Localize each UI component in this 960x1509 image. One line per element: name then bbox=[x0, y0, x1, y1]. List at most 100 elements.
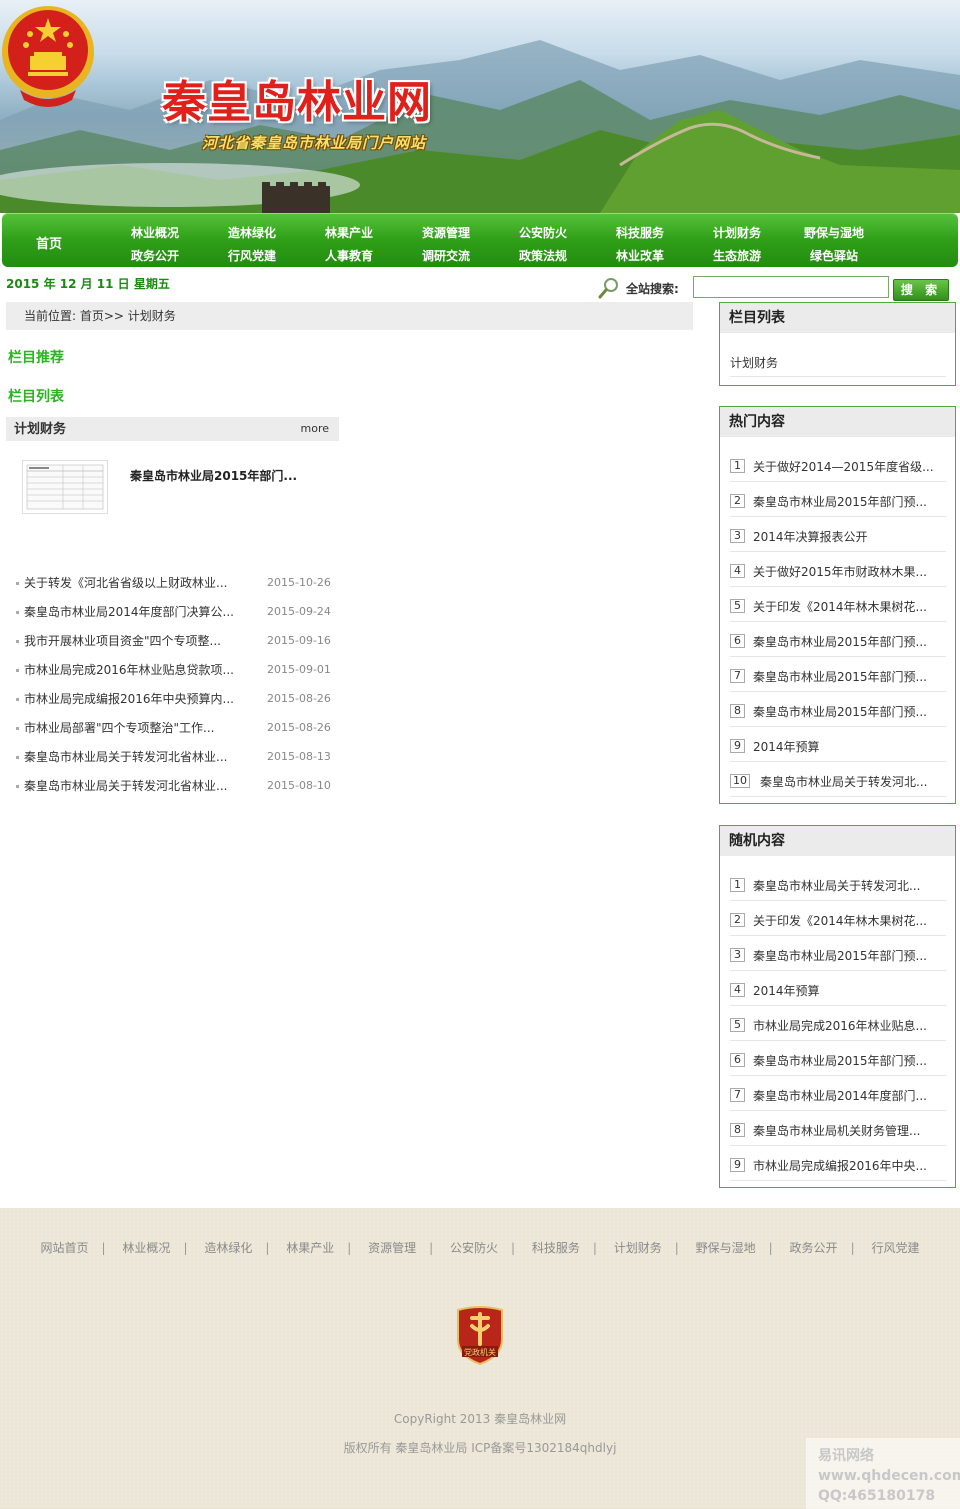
search-input[interactable] bbox=[693, 276, 889, 298]
footer-link[interactable]: 造林绿化 bbox=[204, 1241, 252, 1255]
ranked-item[interactable]: 4 2014年预算 bbox=[730, 971, 946, 1006]
featured-thumbnail[interactable] bbox=[22, 460, 108, 514]
ranked-item-title[interactable]: 关于做好2014—2015年度省级... bbox=[753, 458, 934, 475]
nav-link[interactable]: 林业改革 bbox=[605, 245, 675, 268]
nav-link[interactable]: 行风党建 bbox=[217, 245, 287, 268]
featured-title-link[interactable]: 秦皇岛市林业局2015年部门... bbox=[130, 467, 297, 484]
rank-number: 1 bbox=[730, 459, 745, 473]
list-item[interactable]: 秦皇岛市林业局关于转发河北省林业... 2015-08-10 bbox=[16, 776, 336, 796]
footer-link[interactable]: 林业概况 bbox=[122, 1241, 170, 1255]
ranked-item-title[interactable]: 秦皇岛市林业局2015年部门预... bbox=[753, 703, 927, 720]
list-item[interactable]: 关于转发《河北省省级以上财政林业... 2015-10-26 bbox=[16, 573, 336, 593]
nav-link[interactable]: 林果产业 bbox=[314, 222, 384, 245]
ranked-item-title[interactable]: 秦皇岛市林业局2015年部门预... bbox=[753, 633, 927, 650]
nav-column: 公安防火 政策法规 bbox=[508, 222, 578, 268]
ranked-item[interactable]: 7 秦皇岛市林业局2015年部门预... bbox=[730, 657, 946, 692]
ranked-item-title[interactable]: 秦皇岛市林业局2015年部门预... bbox=[753, 493, 927, 510]
footer-link[interactable]: 计划财务 bbox=[614, 1241, 662, 1255]
nav-link[interactable]: 计划财务 bbox=[702, 222, 772, 245]
sidebar-item-label[interactable]: 计划财务 bbox=[730, 354, 778, 371]
rank-number: 3 bbox=[730, 948, 745, 962]
ranked-item-title[interactable]: 秦皇岛市林业局2015年部门预... bbox=[753, 1052, 927, 1069]
ranked-item-title[interactable]: 市林业局完成2016年林业贴息... bbox=[753, 1017, 927, 1034]
recommend-heading: 栏目推荐 bbox=[8, 350, 64, 366]
ranked-item[interactable]: 9 2014年预算 bbox=[730, 727, 946, 762]
ranked-item[interactable]: 8 秦皇岛市林业局机关财务管理... bbox=[730, 1111, 946, 1146]
nav-link[interactable]: 政策法规 bbox=[508, 245, 578, 268]
ranked-item-title[interactable]: 2014年预算 bbox=[753, 738, 820, 755]
footer-link[interactable]: 行风党建 bbox=[871, 1241, 919, 1255]
article-title[interactable]: 市林业局完成2016年林业贴息贷款项... bbox=[24, 660, 234, 680]
ranked-item[interactable]: 3 秦皇岛市林业局2015年部门预... bbox=[730, 936, 946, 971]
ranked-item-title[interactable]: 市林业局完成编报2016年中央... bbox=[753, 1157, 927, 1174]
nav-link[interactable]: 资源管理 bbox=[411, 222, 481, 245]
article-title[interactable]: 关于转发《河北省省级以上财政林业... bbox=[24, 573, 227, 593]
ranked-item[interactable]: 9 市林业局完成编报2016年中央... bbox=[730, 1146, 946, 1181]
article-title[interactable]: 市林业局部署"四个专项整治"工作... bbox=[24, 718, 214, 738]
nav-column: 林业概况 政务公开 bbox=[120, 222, 190, 268]
footer-link[interactable]: 野保与湿地 bbox=[696, 1241, 756, 1255]
ranked-item[interactable]: 7 秦皇岛市林业局2014年度部门... bbox=[730, 1076, 946, 1111]
nav-link[interactable]: 公安防火 bbox=[508, 222, 578, 245]
list-item[interactable]: 秦皇岛市林业局2014年度部门决算公... 2015-09-24 bbox=[16, 602, 336, 622]
ranked-item-title[interactable]: 秦皇岛市林业局关于转发河北... bbox=[760, 773, 927, 790]
footer-link[interactable]: 公安防火 bbox=[450, 1241, 498, 1255]
footer-link[interactable]: 科技服务 bbox=[532, 1241, 580, 1255]
footer-link[interactable]: 网站首页 bbox=[41, 1241, 89, 1255]
ranked-item[interactable]: 4 关于做好2015年市财政林木果... bbox=[730, 552, 946, 587]
search-bar: 全站搜索: 搜 索 bbox=[598, 275, 950, 301]
nav-link[interactable]: 人事教育 bbox=[314, 245, 384, 268]
nav-link[interactable]: 政务公开 bbox=[120, 245, 190, 268]
nav-link[interactable]: 调研交流 bbox=[411, 245, 481, 268]
ranked-item-title[interactable]: 2014年预算 bbox=[753, 982, 820, 999]
rank-number: 9 bbox=[730, 739, 745, 753]
article-title[interactable]: 秦皇岛市林业局关于转发河北省林业... bbox=[24, 747, 227, 767]
ranked-item-title[interactable]: 秦皇岛市林业局机关财务管理... bbox=[753, 1122, 920, 1139]
article-title[interactable]: 我市开展林业项目资金"四个专项整... bbox=[24, 631, 221, 651]
ranked-item[interactable]: 1 秦皇岛市林业局关于转发河北... bbox=[730, 866, 946, 901]
ranked-item-title[interactable]: 秦皇岛市林业局关于转发河北... bbox=[753, 877, 920, 894]
party-govt-badge-icon[interactable]: 党政机关 bbox=[454, 1304, 506, 1366]
article-title[interactable]: 秦皇岛市林业局关于转发河北省林业... bbox=[24, 776, 227, 796]
list-item[interactable]: 秦皇岛市林业局关于转发河北省林业... 2015-08-13 bbox=[16, 747, 336, 767]
ranked-item-title[interactable]: 秦皇岛市林业局2015年部门预... bbox=[753, 668, 927, 685]
rank-number: 4 bbox=[730, 983, 745, 997]
list-item[interactable]: 市林业局部署"四个专项整治"工作... 2015-08-26 bbox=[16, 718, 336, 738]
footer-link[interactable]: 资源管理 bbox=[368, 1241, 416, 1255]
ranked-item[interactable]: 8 秦皇岛市林业局2015年部门预... bbox=[730, 692, 946, 727]
article-title[interactable]: 市林业局完成编报2016年中央预算内... bbox=[24, 689, 234, 709]
ranked-item-title[interactable]: 关于做好2015年市财政林木果... bbox=[753, 563, 927, 580]
nav-home-link[interactable]: 首页 bbox=[36, 233, 62, 252]
article-title[interactable]: 秦皇岛市林业局2014年度部门决算公... bbox=[24, 602, 234, 622]
more-link[interactable]: more bbox=[301, 417, 330, 441]
nav-link[interactable]: 林业概况 bbox=[120, 222, 190, 245]
footer-link[interactable]: 政务公开 bbox=[790, 1241, 838, 1255]
ranked-item[interactable]: 6 秦皇岛市林业局2015年部门预... bbox=[730, 622, 946, 657]
nav-link[interactable]: 造林绿化 bbox=[217, 222, 287, 245]
sidebar-item[interactable]: 计划财务 bbox=[730, 343, 946, 377]
ranked-item[interactable]: 2 关于印发《2014年林木果树花... bbox=[730, 901, 946, 936]
ranked-item[interactable]: 1 关于做好2014—2015年度省级... bbox=[730, 447, 946, 482]
ranked-item-title[interactable]: 关于印发《2014年林木果树花... bbox=[753, 598, 927, 615]
ranked-item-title[interactable]: 秦皇岛市林业局2015年部门预... bbox=[753, 947, 927, 964]
footer-links: 网站首页 | 林业概况 | 造林绿化 | 林果产业 | 资源管理 | 公安防火 | 科技服务… bbox=[40, 1241, 920, 1255]
article-date: 2015-08-26 bbox=[267, 721, 331, 734]
nav-link[interactable]: 生态旅游 bbox=[702, 245, 772, 268]
search-button[interactable]: 搜 索 bbox=[893, 279, 949, 301]
ranked-item[interactable]: 6 秦皇岛市林业局2015年部门预... bbox=[730, 1041, 946, 1076]
ranked-item-title[interactable]: 2014年决算报表公开 bbox=[753, 528, 868, 545]
list-item[interactable]: 市林业局完成2016年林业贴息贷款项... 2015-09-01 bbox=[16, 660, 336, 680]
footer-link[interactable]: 林果产业 bbox=[286, 1241, 334, 1255]
ranked-item[interactable]: 5 市林业局完成2016年林业贴息... bbox=[730, 1006, 946, 1041]
ranked-item[interactable]: 5 关于印发《2014年林木果树花... bbox=[730, 587, 946, 622]
list-item[interactable]: 我市开展林业项目资金"四个专项整... 2015-09-16 bbox=[16, 631, 336, 651]
nav-link[interactable]: 绿色驿站 bbox=[799, 245, 869, 268]
list-item[interactable]: 市林业局完成编报2016年中央预算内... 2015-08-26 bbox=[16, 689, 336, 709]
nav-link[interactable]: 科技服务 bbox=[605, 222, 675, 245]
ranked-item-title[interactable]: 关于印发《2014年林木果树花... bbox=[753, 912, 927, 929]
ranked-item[interactable]: 10 秦皇岛市林业局关于转发河北... bbox=[730, 762, 946, 797]
ranked-item[interactable]: 3 2014年决算报表公开 bbox=[730, 517, 946, 552]
nav-link[interactable]: 野保与湿地 bbox=[799, 222, 869, 245]
ranked-item[interactable]: 2 秦皇岛市林业局2015年部门预... bbox=[730, 482, 946, 517]
ranked-item-title[interactable]: 秦皇岛市林业局2014年度部门... bbox=[753, 1087, 927, 1104]
